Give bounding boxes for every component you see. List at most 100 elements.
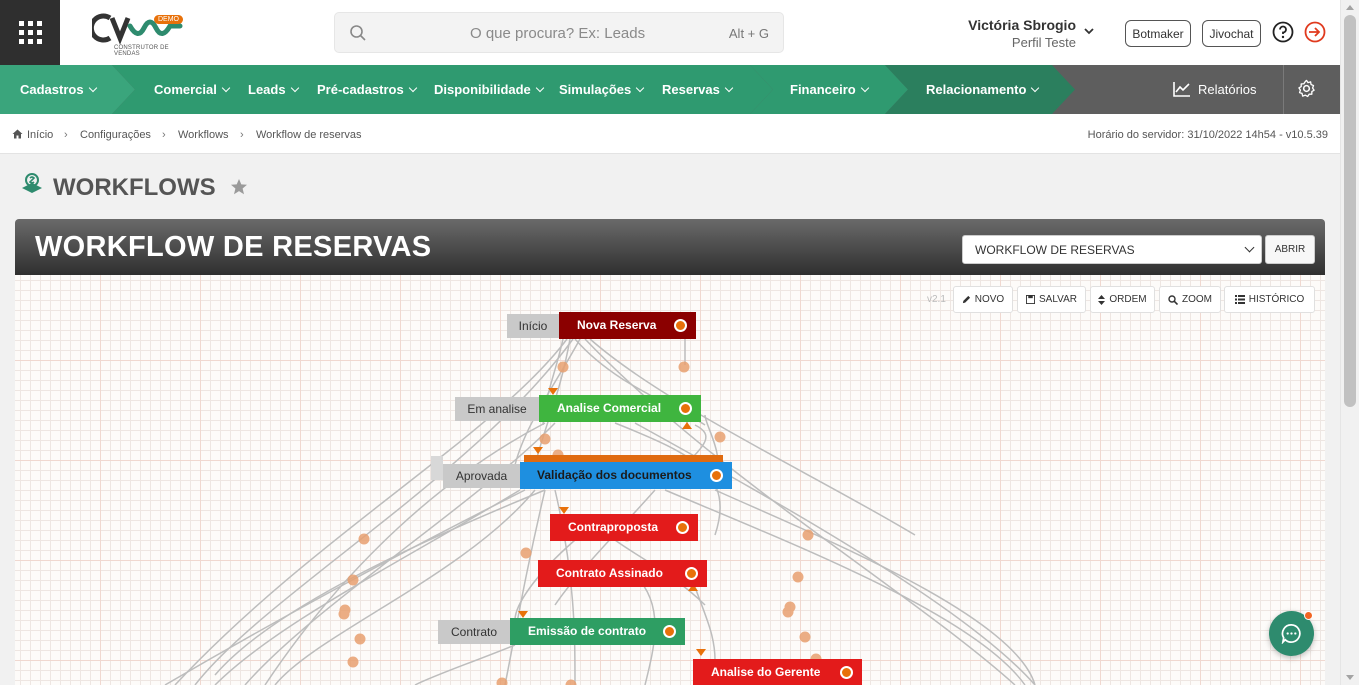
star-icon[interactable] xyxy=(230,178,248,196)
workflow-icon xyxy=(22,173,42,193)
workflow-node[interactable]: Analise do Gerente xyxy=(693,659,863,685)
jivochat-button[interactable]: Jivochat xyxy=(1202,20,1261,47)
nav-relacionamento[interactable]: Relacionamento xyxy=(926,65,1040,114)
logo-subtitle: CONSTRUTOR DE VENDAS xyxy=(114,45,169,57)
user-role: Perfil Teste xyxy=(1011,35,1076,50)
zoom-button[interactable]: ZOOM xyxy=(1159,286,1221,313)
node-connector[interactable] xyxy=(679,402,692,415)
grid-icon xyxy=(18,21,42,44)
chat-bubble-icon xyxy=(1281,624,1301,644)
save-icon xyxy=(1026,295,1035,304)
node-connector[interactable] xyxy=(840,666,853,679)
nav-pre-cadastros[interactable]: Pré-cadastros xyxy=(317,65,417,114)
search-input[interactable]: O que procura? Ex: Leads Alt + G xyxy=(334,12,784,53)
node-status-label: Início xyxy=(507,314,559,338)
scroll-down-icon[interactable] xyxy=(1346,675,1354,680)
search-shortcut: Alt + G xyxy=(728,26,769,41)
user-menu[interactable]: Victória Sbrogio Perfil Teste xyxy=(968,17,1076,50)
scroll-thumb[interactable] xyxy=(1344,15,1356,407)
nav-label: Cadastros xyxy=(20,82,84,97)
chevron-down-icon xyxy=(636,83,645,93)
botmaker-button[interactable]: Botmaker xyxy=(1125,20,1191,47)
list-icon xyxy=(1234,295,1245,304)
nav-leads[interactable]: Leads xyxy=(248,65,299,114)
node-connector[interactable] xyxy=(685,567,698,580)
logout-icon[interactable] xyxy=(1304,21,1326,43)
breadcrumb: Início › Configurações › Workflows › Wor… xyxy=(0,114,1340,154)
breadcrumb-inicio[interactable]: Início xyxy=(27,129,53,141)
chevron-down-icon xyxy=(724,83,734,93)
nav-label: Pré-cadastros xyxy=(317,82,404,97)
search-placeholder: O que procura? Ex: Leads xyxy=(470,25,646,42)
nav-label: Relatórios xyxy=(1198,82,1257,97)
zoom-icon xyxy=(1168,294,1178,305)
breadcrumb-workflows[interactable]: Workflows xyxy=(178,129,229,141)
chevron-down-icon xyxy=(221,83,231,93)
node-status-label: Aprovada xyxy=(443,464,520,488)
workflow-node[interactable]: Em analise Analise Comercial xyxy=(455,395,702,422)
node-connector[interactable] xyxy=(676,521,689,534)
workflow-select[interactable]: WORKFLOW DE RESERVAS xyxy=(962,235,1262,264)
workflow-select-value: WORKFLOW DE RESERVAS xyxy=(975,243,1135,257)
breadcrumb-current: Workflow de reservas xyxy=(256,129,362,141)
workflow-canvas[interactable]: v2.1 NOVO SALVAR ORDEM ZOOM HISTÓRICO In… xyxy=(15,275,1325,685)
chevron-right-icon: › xyxy=(64,129,68,141)
chevron-down-icon[interactable] xyxy=(1083,26,1095,36)
node-connector[interactable] xyxy=(710,469,723,482)
save-button[interactable]: SALVAR xyxy=(1017,286,1086,313)
pencil-icon xyxy=(962,295,970,304)
page-scrollbar[interactable] xyxy=(1340,0,1359,685)
main-nav: Cadastros Comercial Leads Pré-cadastros … xyxy=(0,65,1340,114)
nav-financeiro[interactable]: Financeiro xyxy=(790,65,869,114)
page-heading: WORKFLOWS xyxy=(20,172,247,202)
history-button[interactable]: HISTÓRICO xyxy=(1224,286,1315,313)
scroll-up-icon[interactable] xyxy=(1346,5,1354,10)
node-status-label: Em analise xyxy=(455,397,539,421)
node-title: Analise Comercial xyxy=(539,395,701,422)
nav-cadastros[interactable]: Cadastros xyxy=(20,65,97,114)
node-title: Emissão de contrato xyxy=(510,618,685,645)
stacked-node-label xyxy=(431,456,443,480)
toolbar-version: v2.1 xyxy=(927,294,946,305)
apps-menu-button[interactable] xyxy=(0,0,60,65)
node-title: Validação dos documentos xyxy=(520,462,732,489)
nav-label: Reservas xyxy=(662,82,720,97)
help-icon[interactable] xyxy=(1272,21,1294,43)
chevron-right-icon: › xyxy=(162,129,166,141)
chevron-down-icon xyxy=(535,83,545,93)
breadcrumb-configuracoes[interactable]: Configurações xyxy=(80,129,151,141)
node-connector[interactable] xyxy=(674,319,687,332)
cv-logo[interactable]: DEMO CONSTRUTOR DE VENDAS xyxy=(88,12,192,57)
chevron-down-icon xyxy=(1244,242,1255,253)
workflow-node[interactable]: Contrato Assinado xyxy=(538,560,708,587)
chevron-down-icon xyxy=(290,83,299,93)
open-button[interactable]: ABRIR xyxy=(1265,235,1315,264)
node-title: Analise do Gerente xyxy=(693,659,862,685)
node-connector[interactable] xyxy=(663,625,676,638)
order-button[interactable]: ORDEM xyxy=(1090,286,1155,313)
new-button[interactable]: NOVO xyxy=(953,286,1013,313)
top-header: DEMO CONSTRUTOR DE VENDAS O que procura?… xyxy=(0,0,1340,65)
nav-disponibilidade[interactable]: Disponibilidade xyxy=(434,65,545,114)
server-time: Horário do servidor: 31/10/2022 14h54 - … xyxy=(1087,129,1328,141)
sort-icon xyxy=(1098,294,1106,305)
page-title: WORKFLOWS xyxy=(53,174,216,201)
nav-label: Financeiro xyxy=(790,82,856,97)
search-icon xyxy=(350,25,366,41)
gear-icon[interactable] xyxy=(1297,79,1316,98)
notification-badge xyxy=(1304,611,1313,620)
nav-relatorios[interactable]: Relatórios xyxy=(1173,65,1257,114)
user-name: Victória Sbrogio xyxy=(968,17,1076,33)
nav-comercial[interactable]: Comercial xyxy=(154,65,231,114)
workflow-node[interactable]: Contrato Emissão de contrato xyxy=(438,618,686,645)
workflow-node[interactable]: Início Nova Reserva xyxy=(507,312,697,339)
chat-button[interactable] xyxy=(1269,611,1314,656)
chevron-down-icon xyxy=(408,83,417,93)
workflow-node[interactable]: Contraproposta xyxy=(550,514,699,541)
chevron-down-icon xyxy=(1031,83,1040,93)
nav-label: Disponibilidade xyxy=(434,82,531,97)
nav-simulacoes[interactable]: Simulações xyxy=(559,65,645,114)
workflow-node[interactable]: Aprovada Validação dos documentos xyxy=(443,462,733,489)
nav-label: Relacionamento xyxy=(926,82,1027,97)
nav-reservas[interactable]: Reservas xyxy=(662,65,734,114)
